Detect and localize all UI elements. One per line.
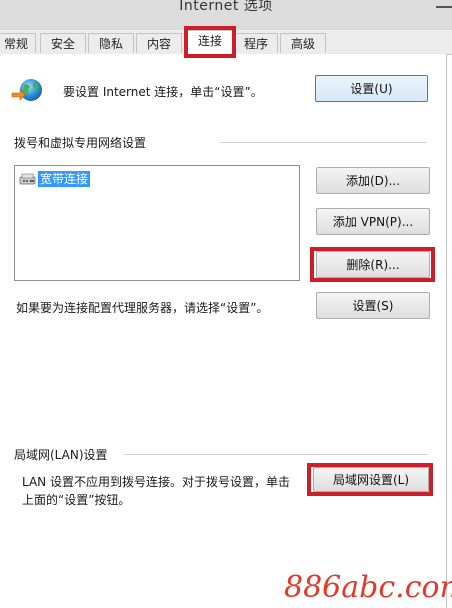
globe-network-icon <box>10 78 44 104</box>
site-watermark: 886abc.com <box>284 570 452 605</box>
add-connection-button[interactable]: 添加(D)... <box>316 167 430 194</box>
connection-listbox[interactable]: 宽带连接 <box>14 165 300 281</box>
title-bar: Internet 选项 <box>0 0 452 30</box>
lan-section-heading: 局域网(LAN)设置 <box>14 448 108 462</box>
dialup-section-heading: 拨号和虚拟专用网络设置 <box>14 136 147 150</box>
dialup-settings-button[interactable]: 设置(S) <box>316 292 430 319</box>
tab-content[interactable]: 内容 <box>136 33 182 53</box>
tab-advanced[interactable]: 高级 <box>280 33 326 53</box>
add-vpn-button[interactable]: 添加 VPN(P)... <box>316 208 430 235</box>
tab-security[interactable]: 安全 <box>40 33 86 53</box>
list-item-broadband[interactable]: 宽带连接 <box>18 170 91 188</box>
setup-button[interactable]: 设置(U) <box>315 75 428 102</box>
tab-strip: 常规 安全 隐私 内容 连接 程序 高级 <box>0 30 452 55</box>
title-bar-edge <box>436 6 452 8</box>
tab-programs[interactable]: 程序 <box>234 33 278 53</box>
list-item-label: 宽带连接 <box>38 171 91 187</box>
tab-connections[interactable]: 连接 <box>186 30 234 55</box>
lan-description-line1: LAN 设置不应用到拨号连接。对于拨号设置，单击 <box>22 475 290 489</box>
modem-icon <box>18 171 38 187</box>
lan-separator <box>124 454 428 455</box>
lan-settings-button[interactable]: 局域网设置(L) <box>313 467 429 492</box>
tab-privacy[interactable]: 隐私 <box>88 33 134 53</box>
connections-panel: 要设置 Internet 连接，单击“设置”。 设置(U) 拨号和虚拟专用网络设… <box>0 54 447 608</box>
proxy-description: 如果要为连接配置代理服务器，请选择“设置”。 <box>16 301 269 315</box>
tab-general[interactable]: 常规 <box>0 33 36 53</box>
window-title: Internet 选项 <box>179 0 273 14</box>
setup-description: 要设置 Internet 连接，单击“设置”。 <box>63 85 263 99</box>
lan-description-line2: 上面的“设置”按钮。 <box>22 493 131 507</box>
remove-button[interactable]: 删除(R)... <box>316 251 430 278</box>
dialup-separator <box>220 142 426 143</box>
